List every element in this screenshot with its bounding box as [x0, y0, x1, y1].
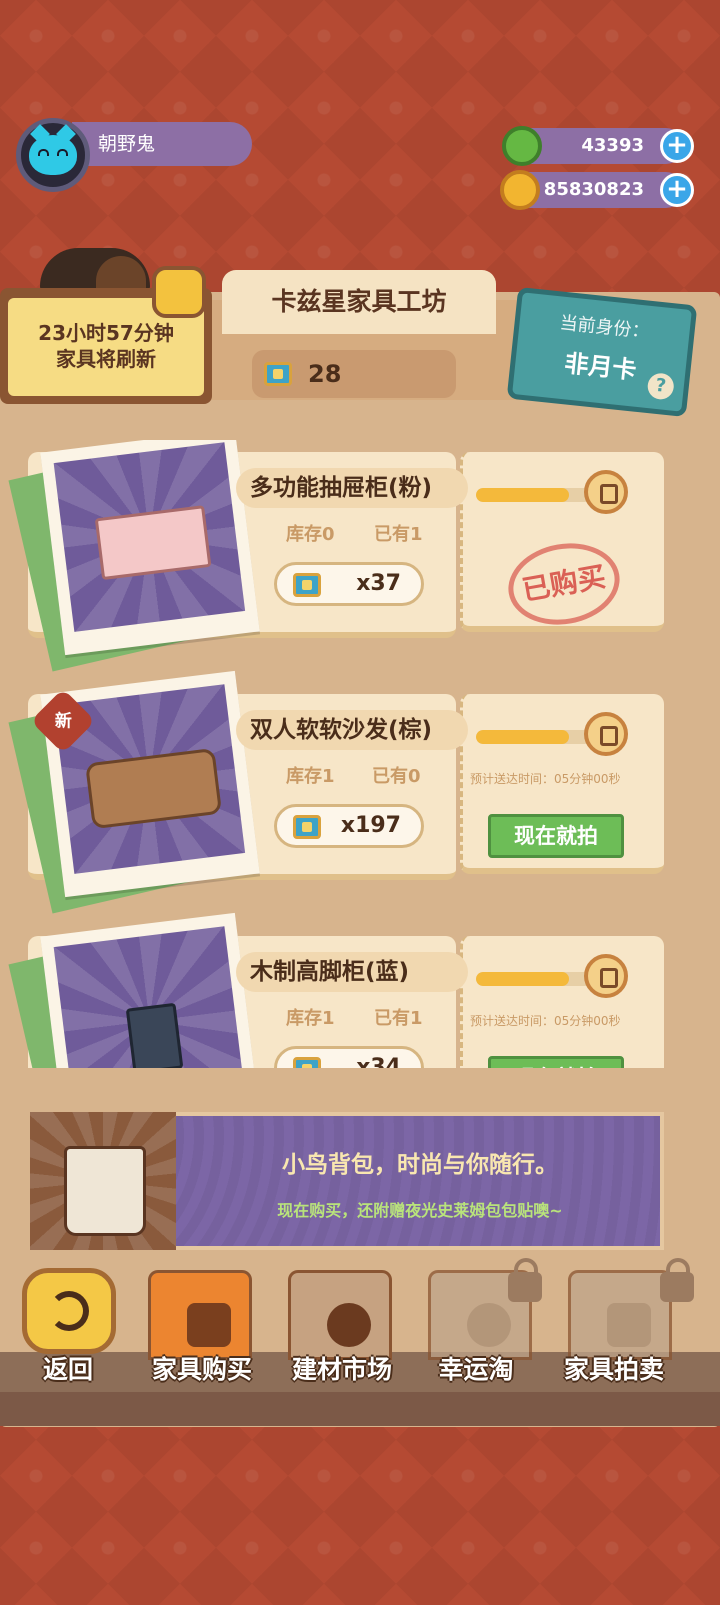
- item-stock: 库存1: [286, 1008, 335, 1029]
- refresh-caption: 家具将刷新: [56, 347, 156, 371]
- lock-icon: [508, 1258, 542, 1302]
- player-avatar[interactable]: [16, 118, 90, 192]
- ticket-icon: [293, 573, 321, 597]
- bird-bag-icon: [30, 1112, 176, 1250]
- list-item: 多功能抽屉柜(粉) 库存0 已有1 x37 已购买: [8, 440, 664, 672]
- item-owned: 已有1: [374, 524, 423, 545]
- bid-now-button[interactable]: 现在就拍: [488, 814, 624, 858]
- add-donut-button[interactable]: +: [660, 129, 694, 163]
- list-item: 木制高脚柜(蓝) 库存1 已有1 x34 预计送达时间：05分钟00秒 现在就拍: [8, 912, 664, 1068]
- refresh-icon[interactable]: [152, 266, 206, 318]
- tab-building-market[interactable]: [282, 1262, 400, 1362]
- tall-cabinet-icon: [125, 1002, 184, 1068]
- add-gold-button[interactable]: +: [660, 173, 694, 207]
- delivery-progress: [476, 972, 592, 986]
- tab-furniture-purchase-label[interactable]: 家具购买: [132, 1350, 272, 1386]
- back-arrow-icon: [49, 1291, 89, 1331]
- list-item: 新 双人软软沙发(棕) 库存1 已有0 x197 预计送达时间：05分钟00秒 …: [8, 670, 664, 914]
- item-owned: 已有0: [372, 766, 421, 787]
- item-name: 木制高脚柜(蓝): [236, 952, 468, 992]
- membership-status-sign: 当前身份： 非月卡 ?: [506, 286, 698, 418]
- ticket-balance: 28: [252, 350, 456, 398]
- green-donut-icon: [502, 126, 542, 166]
- gavel-icon: [607, 1303, 651, 1347]
- gift-box-icon: [187, 1303, 231, 1347]
- tab-lucky-draw-label[interactable]: 幸运淘: [406, 1350, 546, 1386]
- item-stock: 库存1: [286, 766, 335, 787]
- tab-furniture-auction-label[interactable]: 家具拍卖: [544, 1350, 684, 1386]
- back-label[interactable]: 返回: [0, 1350, 138, 1386]
- item-owned: 已有1: [374, 1008, 423, 1029]
- refresh-countdown: 23小时57分钟: [38, 321, 174, 345]
- lock-icon: [660, 1258, 694, 1302]
- item-price[interactable]: x34: [274, 1046, 424, 1068]
- paint-brush-icon: [327, 1303, 371, 1347]
- item-price[interactable]: x37: [274, 562, 424, 606]
- ticket-icon: [293, 815, 321, 839]
- ticket-icon: [293, 1057, 321, 1068]
- item-name: 多功能抽屉柜(粉): [236, 468, 468, 508]
- back-button[interactable]: [22, 1268, 116, 1354]
- star-badge-icon: [467, 1303, 511, 1347]
- timer-knob-icon: [584, 712, 628, 756]
- banner-title: 小鸟背包，时尚与你随行。: [282, 1152, 558, 1178]
- cat-face-icon: [29, 135, 77, 175]
- tab-furniture-purchase[interactable]: [142, 1262, 260, 1362]
- item-stock: 库存0: [286, 524, 335, 545]
- delivery-progress: [476, 488, 592, 502]
- player-name: 朝野鬼: [72, 122, 252, 166]
- item-price-value: x197: [340, 813, 401, 838]
- bottom-strip: [0, 1392, 720, 1426]
- workshop-title: 卡兹星家具工坊: [222, 270, 496, 334]
- timer-knob-icon: [584, 954, 628, 998]
- ticket-count: 28: [308, 360, 342, 388]
- timer-knob-icon: [584, 470, 628, 514]
- banner-subtitle: 现在购买，还附赠夜光史莱姆包包贴噢~: [277, 1201, 563, 1220]
- furniture-list[interactable]: 多功能抽屉柜(粉) 库存0 已有1 x37 已购买 新 双人软软沙发(棕) 库存…: [0, 440, 720, 1068]
- item-price[interactable]: x197: [274, 804, 424, 848]
- delivery-eta: 预计送达时间：05分钟00秒: [470, 1014, 621, 1028]
- cats-decoration-icon: [40, 248, 150, 296]
- delivery-eta: 预计送达时间：05分钟00秒: [470, 772, 621, 786]
- ticket-icon: [264, 362, 292, 386]
- item-photo: [40, 912, 260, 1068]
- item-price-value: x34: [356, 1055, 401, 1068]
- tab-building-market-label[interactable]: 建材市场: [272, 1350, 412, 1386]
- item-name: 双人软软沙发(棕): [236, 710, 468, 750]
- drawer-cabinet-icon: [94, 505, 212, 581]
- sofa-icon: [85, 747, 223, 830]
- item-photo: [40, 440, 260, 656]
- gold-planet-icon: [500, 170, 540, 210]
- delivery-progress: [476, 730, 592, 744]
- bid-now-button[interactable]: 现在就拍: [488, 1056, 624, 1068]
- item-price-value: x37: [356, 571, 401, 596]
